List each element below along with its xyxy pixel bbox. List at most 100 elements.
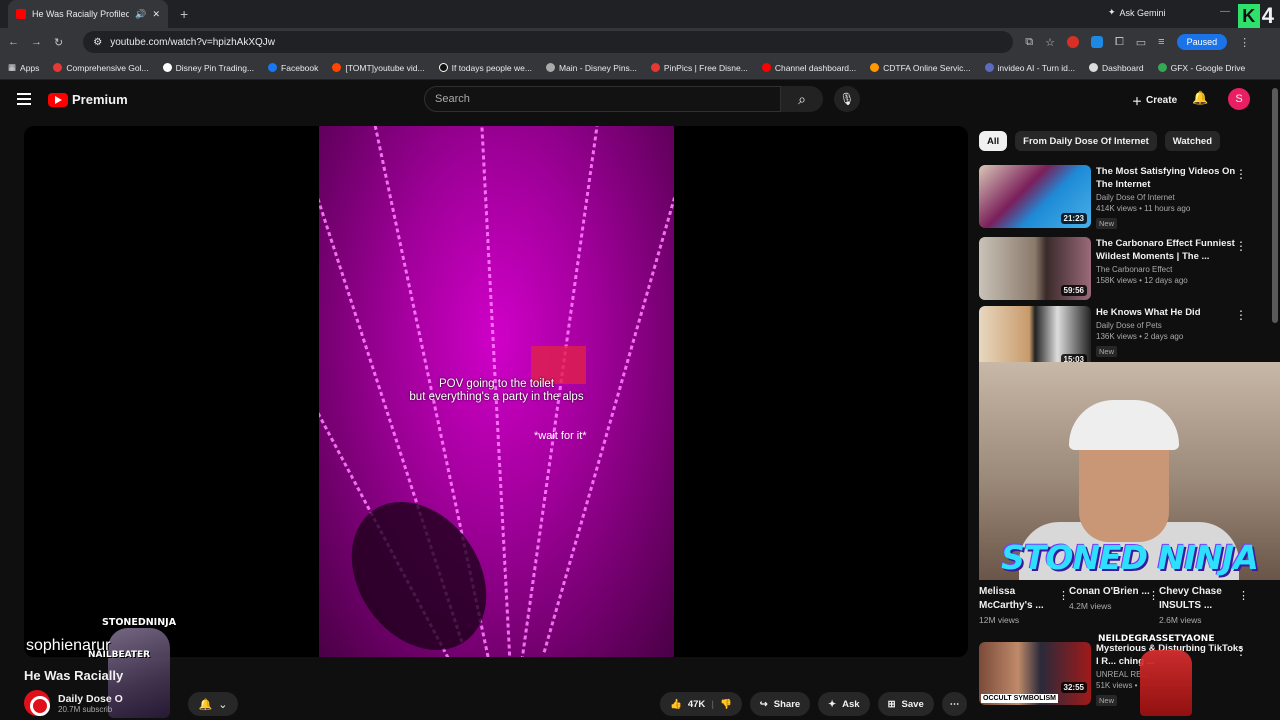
voice-search-button[interactable]: 🎙 xyxy=(834,86,860,112)
thumbs-down-icon[interactable]: 👎 xyxy=(720,699,732,710)
close-tab-icon[interactable]: ✕ xyxy=(152,9,160,20)
notifications-bell-icon[interactable]: 🔔 xyxy=(1192,90,1208,106)
video-thumbnail[interactable]: 15:03 xyxy=(979,306,1091,369)
extension-red-icon[interactable] xyxy=(1066,36,1079,48)
profile-paused-button[interactable]: Paused xyxy=(1176,34,1228,50)
minimize-icon[interactable]: — xyxy=(1220,6,1230,17)
search-placeholder: Search xyxy=(435,93,470,105)
more-vertical-icon[interactable]: ⋮ xyxy=(1058,589,1069,602)
bookmark-label: Disney Pin Trading... xyxy=(175,62,255,73)
bookmark-item[interactable]: ▦ Apps xyxy=(8,62,39,73)
share-label: Share xyxy=(773,698,801,710)
nailbeater-tag: NAILBEATER xyxy=(88,650,151,660)
youtube-logo[interactable]: Premium xyxy=(48,92,128,107)
channel-name[interactable]: Daily Dose Of Internet xyxy=(1096,193,1246,202)
save-button[interactable]: ⊞ Save xyxy=(877,692,934,716)
new-tab-button[interactable]: + xyxy=(180,6,188,22)
short-item[interactable]: Melissa McCarthy's ... 12M views ⋮ xyxy=(979,585,1069,625)
sidepanel-icon[interactable]: ▭ xyxy=(1136,36,1146,49)
channel-name[interactable]: Daily Dose O xyxy=(58,693,123,705)
facebook-icon xyxy=(268,63,278,72)
recommended-video[interactable]: 21:23 The Most Satisfying Videos On The … xyxy=(979,165,1269,229)
channel-avatar[interactable] xyxy=(24,690,50,716)
chip-from-channel[interactable]: From Daily Dose Of Internet xyxy=(1015,131,1157,151)
video-thumbnail[interactable]: 21:23 xyxy=(979,165,1091,228)
video-meta: 136K views • 2 days ago xyxy=(1096,332,1184,341)
short-title[interactable]: Chevy Chase INSULTS ... xyxy=(1159,585,1249,613)
bookmark-item[interactable]: Facebook xyxy=(268,63,318,73)
back-icon[interactable]: ← xyxy=(8,36,19,48)
duration-badge: 59:56 xyxy=(1060,285,1087,296)
more-actions-button[interactable]: ⋯ xyxy=(941,692,968,716)
more-vertical-icon[interactable]: ⋮ xyxy=(1148,589,1159,602)
more-vertical-icon[interactable]: ⋮ xyxy=(1235,308,1247,322)
like-count[interactable]: 47K xyxy=(688,699,705,710)
bookmark-item[interactable]: Main - Disney Pins... xyxy=(545,63,637,73)
bookmark-item[interactable]: invideo AI - Turn id... xyxy=(984,63,1075,73)
page-scrollbar[interactable] xyxy=(1272,88,1278,323)
recommended-video[interactable]: OCCULT SYMBOLISM 32:55 Mysterious & Dist… xyxy=(979,642,1269,706)
extensions-puzzle-icon[interactable]: ⧠ xyxy=(1115,36,1124,49)
account-avatar[interactable]: S xyxy=(1228,88,1250,110)
short-item[interactable]: Conan O'Brien ... 4.2M views ⋮ xyxy=(1069,585,1159,611)
extension-blue-icon[interactable] xyxy=(1090,36,1103,48)
browser-tab[interactable]: He Was Racially Profiled - Y 🔊 ✕ xyxy=(8,0,168,28)
address-bar[interactable]: ⚙ youtube.com/watch?v=hpizhAkXQJw xyxy=(83,31,1014,53)
short-views: 12M views xyxy=(979,615,1020,625)
create-button[interactable]: ＋ Create xyxy=(1124,88,1185,112)
channel-name[interactable]: Daily Dose of Pets xyxy=(1096,321,1246,330)
thumbs-up-icon[interactable]: 👍 xyxy=(670,699,682,710)
bookmark-item[interactable]: CDTFA Online Servic... xyxy=(870,63,971,73)
reload-icon[interactable]: ↻ xyxy=(54,36,63,49)
video-player[interactable]: POV going to the toilet but everything's… xyxy=(24,126,968,657)
bookmark-item[interactable]: Channel dashboard... xyxy=(761,63,856,73)
streamer-webcam-overlay: STONED NINJA xyxy=(979,362,1280,580)
ask-button[interactable]: ✦ Ask xyxy=(818,692,870,716)
chip-watched[interactable]: Watched xyxy=(1164,131,1221,151)
short-item[interactable]: Chevy Chase INSULTS ... 2.6M views ⋮ xyxy=(1159,585,1249,625)
search-button[interactable]: ⌕ xyxy=(781,86,823,112)
video-thumbnail[interactable]: 59:56 xyxy=(979,237,1091,300)
new-badge: New xyxy=(1096,346,1118,357)
more-vertical-icon[interactable]: ⋮ xyxy=(1235,239,1247,253)
bookmark-item[interactable]: Disney Pin Trading... xyxy=(162,62,255,73)
speaker-icon[interactable]: 🔊 xyxy=(135,9,146,20)
more-vertical-icon[interactable]: ⋮ xyxy=(1238,589,1249,602)
video-title[interactable]: The Most Satisfying Videos On The Intern… xyxy=(1096,165,1246,191)
mic-icon: 🎙 xyxy=(839,92,855,106)
chevron-down-icon: ⌄ xyxy=(218,698,228,711)
site-info-icon[interactable]: ⚙ xyxy=(93,37,102,48)
ask-gemini-button[interactable]: ✦ Ask Gemini xyxy=(1108,7,1166,18)
video-title[interactable]: He Knows What He Did xyxy=(1096,306,1246,319)
bookmark-item[interactable]: [TOMT]youtube vid... xyxy=(332,63,425,73)
menu-icon[interactable] xyxy=(17,93,31,108)
bookmark-item[interactable]: Dashboard xyxy=(1088,63,1144,73)
video-thumbnail[interactable]: OCCULT SYMBOLISM 32:55 xyxy=(979,642,1091,705)
browser-menu-icon[interactable]: ⋮ xyxy=(1239,36,1250,49)
bookmark-item[interactable]: If todays people we... xyxy=(438,63,532,73)
recommended-video[interactable]: 59:56 The Carbonaro Effect Funniest Wild… xyxy=(979,237,1269,301)
bookmark-item[interactable]: Comprehensive Gol... xyxy=(53,63,149,73)
short-title[interactable]: Conan O'Brien ... xyxy=(1069,585,1159,599)
channel-name[interactable]: The Carbonaro Effect xyxy=(1096,265,1246,274)
video-info: He Knows What He Did Daily Dose of Pets … xyxy=(1096,306,1246,359)
more-vertical-icon[interactable]: ⋮ xyxy=(1235,644,1247,658)
media-icon[interactable]: ≡ xyxy=(1158,36,1164,48)
chip-all[interactable]: All xyxy=(979,131,1008,151)
forward-icon[interactable]: → xyxy=(31,36,42,48)
bookmark-item[interactable]: GFX - Google Drive xyxy=(1157,63,1245,73)
short-title[interactable]: Melissa McCarthy's ... xyxy=(979,585,1069,613)
install-icon[interactable]: ⧉ xyxy=(1025,36,1033,49)
url-text: youtube.com/watch?v=hpizhAkXQJw xyxy=(110,36,275,48)
more-vertical-icon[interactable]: ⋮ xyxy=(1235,167,1247,181)
bookmark-star-icon[interactable]: ☆ xyxy=(1045,36,1055,49)
video-title[interactable]: The Carbonaro Effect Funniest Wildest Mo… xyxy=(1096,237,1246,263)
bookmark-item[interactable]: PinPics | Free Disne... xyxy=(650,63,748,73)
subscription-bell-button[interactable]: 🔔 ⌄ xyxy=(188,692,238,716)
video-meta: 414K views • 11 hours ago xyxy=(1096,204,1191,213)
search-input[interactable]: Search xyxy=(424,86,781,112)
tab-title: He Was Racially Profiled - Y xyxy=(32,9,130,19)
video-info: The Carbonaro Effect Funniest Wildest Mo… xyxy=(1096,237,1246,285)
share-button[interactable]: ↪ Share xyxy=(749,692,811,716)
recommended-video[interactable]: 15:03 He Knows What He Did Daily Dose of… xyxy=(979,306,1269,370)
